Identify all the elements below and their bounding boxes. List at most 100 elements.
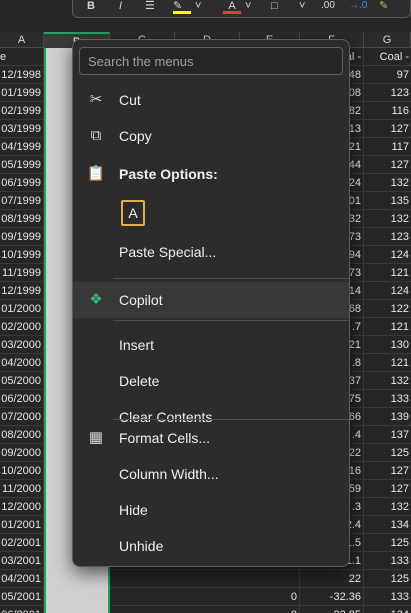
cell-g[interactable]: 125	[364, 534, 411, 552]
menu-item-paste-special[interactable]: Paste Special...	[73, 234, 349, 270]
cell-f[interactable]: -32.36	[300, 588, 364, 606]
menu-item-hide[interactable]: Hide	[73, 492, 349, 528]
menu-item-paste-options: 📋 Paste Options:	[73, 156, 349, 192]
cell-g[interactable]: 133	[364, 588, 411, 606]
menu-item-unhide[interactable]: Unhide	[73, 528, 349, 564]
cell-date[interactable]: 09/1999	[0, 228, 44, 246]
fill-color-icon[interactable]: ✎	[173, 0, 191, 14]
cell-e[interactable]: 0	[240, 588, 300, 606]
cell-g[interactable]: 124	[364, 282, 411, 300]
cell-g[interactable]: 133	[364, 390, 411, 408]
cell-date[interactable]: 06/2001	[0, 606, 44, 613]
cell-date[interactable]: 12/1999	[0, 282, 44, 300]
cell-date[interactable]: 02/1999	[0, 102, 44, 120]
menu-item-copy[interactable]: ⧉ Copy	[73, 118, 349, 154]
cell-g[interactable]: 132	[364, 498, 411, 516]
cell-g[interactable]: 121	[364, 264, 411, 282]
cell-f[interactable]: -23.85	[300, 606, 364, 613]
cell-date[interactable]: 12/1998	[0, 66, 44, 84]
cell-date[interactable]: 05/1999	[0, 156, 44, 174]
cell-g[interactable]: 134	[364, 516, 411, 534]
cell-g[interactable]: 97	[364, 66, 411, 84]
cell-g[interactable]: 132	[364, 174, 411, 192]
cell-date[interactable]: 06/1999	[0, 174, 44, 192]
cell-g[interactable]: 133	[364, 552, 411, 570]
cell-g[interactable]: 127	[364, 156, 411, 174]
chevron-down-icon[interactable]: ˅	[195, 0, 201, 14]
cell-g[interactable]: 121	[364, 318, 411, 336]
cell-g[interactable]: 132	[364, 210, 411, 228]
cell-b[interactable]	[44, 606, 110, 613]
cell-date[interactable]: 01/2000	[0, 300, 44, 318]
chevron-down-icon[interactable]: ˅	[299, 0, 305, 14]
cell-g[interactable]: 121	[364, 354, 411, 372]
cell-date[interactable]: 04/1999	[0, 138, 44, 156]
cell-date[interactable]: 07/2000	[0, 408, 44, 426]
menu-item-insert[interactable]: Insert	[73, 327, 349, 363]
align-center-icon[interactable]: ☰	[145, 0, 155, 14]
cell-g[interactable]: 127	[364, 120, 411, 138]
cell-g[interactable]: 127	[364, 480, 411, 498]
cell-g[interactable]: 132	[364, 372, 411, 390]
cell-date[interactable]: 08/2000	[0, 426, 44, 444]
menu-item-copilot[interactable]: ❖ Copilot	[73, 282, 349, 318]
borders-icon[interactable]: □	[271, 0, 278, 14]
menu-search-input[interactable]	[79, 47, 343, 75]
cell-g[interactable]: 125	[364, 570, 411, 588]
column-header-g[interactable]: G	[364, 32, 411, 48]
cell-g[interactable]: 124	[364, 246, 411, 264]
decrease-decimal-button[interactable]: →.0	[349, 0, 367, 14]
font-color-icon[interactable]: A	[223, 0, 241, 14]
cell-date[interactable]: 05/2000	[0, 372, 44, 390]
column-header-a[interactable]: A	[0, 32, 44, 48]
cell-g[interactable]: 134	[364, 606, 411, 613]
menu-item-paste-text-only[interactable]: A	[73, 196, 349, 232]
cell-date[interactable]: 10/1999	[0, 246, 44, 264]
cell-date[interactable]: 06/2000	[0, 390, 44, 408]
cell-g[interactable]: 123	[364, 228, 411, 246]
cell-date[interactable]: 02/2001	[0, 534, 44, 552]
cell-date[interactable]: 03/2000	[0, 336, 44, 354]
cell-e[interactable]	[240, 570, 300, 588]
menu-item-delete[interactable]: Delete	[73, 363, 349, 399]
cell-date[interactable]: 02/2000	[0, 318, 44, 336]
cell-g[interactable]: 127	[364, 462, 411, 480]
cell-date[interactable]: 12/2000	[0, 498, 44, 516]
cell-g-header[interactable]: Coal -	[364, 48, 411, 66]
cell-date[interactable]: 07/1999	[0, 192, 44, 210]
cell-g[interactable]: 135	[364, 192, 411, 210]
chevron-down-icon[interactable]: ˅	[245, 0, 251, 14]
cell-date[interactable]: 11/1999	[0, 264, 44, 282]
cell-date[interactable]: 04/2000	[0, 354, 44, 372]
cell-date[interactable]: 11/2000	[0, 480, 44, 498]
cell-a-header[interactable]: e	[0, 48, 44, 66]
menu-item-cut[interactable]: ✂ Cut	[73, 82, 349, 118]
cell-g[interactable]: 116	[364, 102, 411, 120]
cell-g[interactable]: 125	[364, 444, 411, 462]
cell-b[interactable]	[44, 588, 110, 606]
cell-b[interactable]	[44, 570, 110, 588]
cell-e[interactable]: 0	[240, 606, 300, 613]
cell-date[interactable]: 03/1999	[0, 120, 44, 138]
cell-g[interactable]: 139	[364, 408, 411, 426]
cell-g[interactable]: 122	[364, 300, 411, 318]
cell-date[interactable]: 01/2001	[0, 516, 44, 534]
cell-date[interactable]: 08/1999	[0, 210, 44, 228]
cell-g[interactable]: 117	[364, 138, 411, 156]
cell-f[interactable]: 22	[300, 570, 364, 588]
cell-date[interactable]: 05/2001	[0, 588, 44, 606]
cell-date[interactable]: 09/2000	[0, 444, 44, 462]
cell-date[interactable]: 10/2000	[0, 462, 44, 480]
increase-decimal-button[interactable]: .00	[321, 0, 335, 14]
cell-g[interactable]: 130	[364, 336, 411, 354]
cell-g[interactable]: 137	[364, 426, 411, 444]
bold-button[interactable]: B	[87, 0, 95, 14]
cell-date[interactable]: 03/2001	[0, 552, 44, 570]
cell-date[interactable]: 01/1999	[0, 84, 44, 102]
italic-button[interactable]: I	[119, 0, 122, 14]
cell-date[interactable]: 04/2001	[0, 570, 44, 588]
menu-item-format-cells[interactable]: ▦ Format Cells...	[73, 420, 349, 456]
format-painter-icon[interactable]: ✎	[379, 0, 388, 14]
menu-item-column-width[interactable]: Column Width...	[73, 456, 349, 492]
cell-g[interactable]: 123	[364, 84, 411, 102]
